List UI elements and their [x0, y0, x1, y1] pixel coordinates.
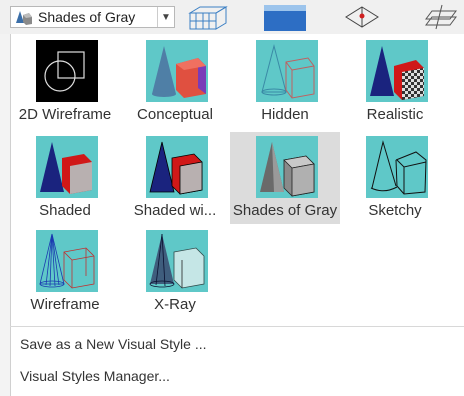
- shades-of-gray-icon: [256, 136, 318, 198]
- save-as-new-visual-style-item[interactable]: Save as a New Visual Style ...: [20, 336, 207, 352]
- style-label: Conceptual: [137, 106, 213, 123]
- shaded-icon: [36, 136, 98, 198]
- style-label: Hidden: [261, 106, 309, 123]
- visual-style-cube-icon: [16, 11, 32, 25]
- wireframe-icon: [36, 230, 98, 292]
- ucs-cube-icon[interactable]: [342, 3, 382, 31]
- style-tile-shaded[interactable]: Shaded: [10, 132, 120, 224]
- menu-separator: [10, 326, 464, 327]
- style-label: Shaded: [39, 202, 91, 219]
- hidden-icon: [256, 40, 318, 102]
- style-label: Sketchy: [368, 202, 422, 219]
- blue-box-icon[interactable]: [262, 3, 308, 31]
- dropdown-current-style: Shades of Gray: [38, 9, 136, 25]
- style-tile-wireframe[interactable]: Wireframe: [10, 226, 120, 318]
- style-label: Wireframe: [30, 296, 100, 313]
- style-tile-shades-of-gray[interactable]: Shades of Gray: [230, 132, 340, 224]
- style-label: 2D Wireframe: [18, 106, 112, 123]
- style-tile-conceptual[interactable]: Conceptual: [120, 36, 230, 128]
- x-ray-icon: [146, 230, 208, 292]
- left-edge-strip: [0, 34, 10, 396]
- visual-styles-manager-item[interactable]: Visual Styles Manager...: [20, 368, 170, 384]
- style-tile-x-ray[interactable]: X-Ray: [120, 226, 230, 318]
- style-tile-realistic[interactable]: Realistic: [340, 36, 450, 128]
- style-tile-2d-wireframe[interactable]: 2D Wireframe: [10, 36, 120, 128]
- visual-style-dropdown[interactable]: Shades of Gray ▼: [10, 6, 175, 28]
- style-tile-hidden[interactable]: Hidden: [230, 36, 340, 128]
- style-label: Shades of Gray: [232, 202, 338, 219]
- style-label: Realistic: [366, 106, 424, 123]
- sketchy-icon: [366, 136, 428, 198]
- style-tile-shaded-with-edges[interactable]: Shaded wi...: [120, 132, 230, 224]
- box-wireframe-icon[interactable]: [186, 3, 230, 31]
- stacked-planes-icon[interactable]: [422, 3, 464, 31]
- style-label: X-Ray: [154, 296, 196, 313]
- shaded-with-edges-icon: [146, 136, 208, 198]
- realistic-icon: [366, 40, 428, 102]
- chevron-down-icon[interactable]: ▼: [157, 7, 174, 27]
- 2d-wireframe-icon: [36, 40, 98, 102]
- visual-styles-toolbar: Shades of Gray ▼: [0, 0, 464, 35]
- style-label: Shaded wi...: [133, 202, 217, 219]
- style-tile-sketchy[interactable]: Sketchy: [340, 132, 450, 224]
- conceptual-icon: [146, 40, 208, 102]
